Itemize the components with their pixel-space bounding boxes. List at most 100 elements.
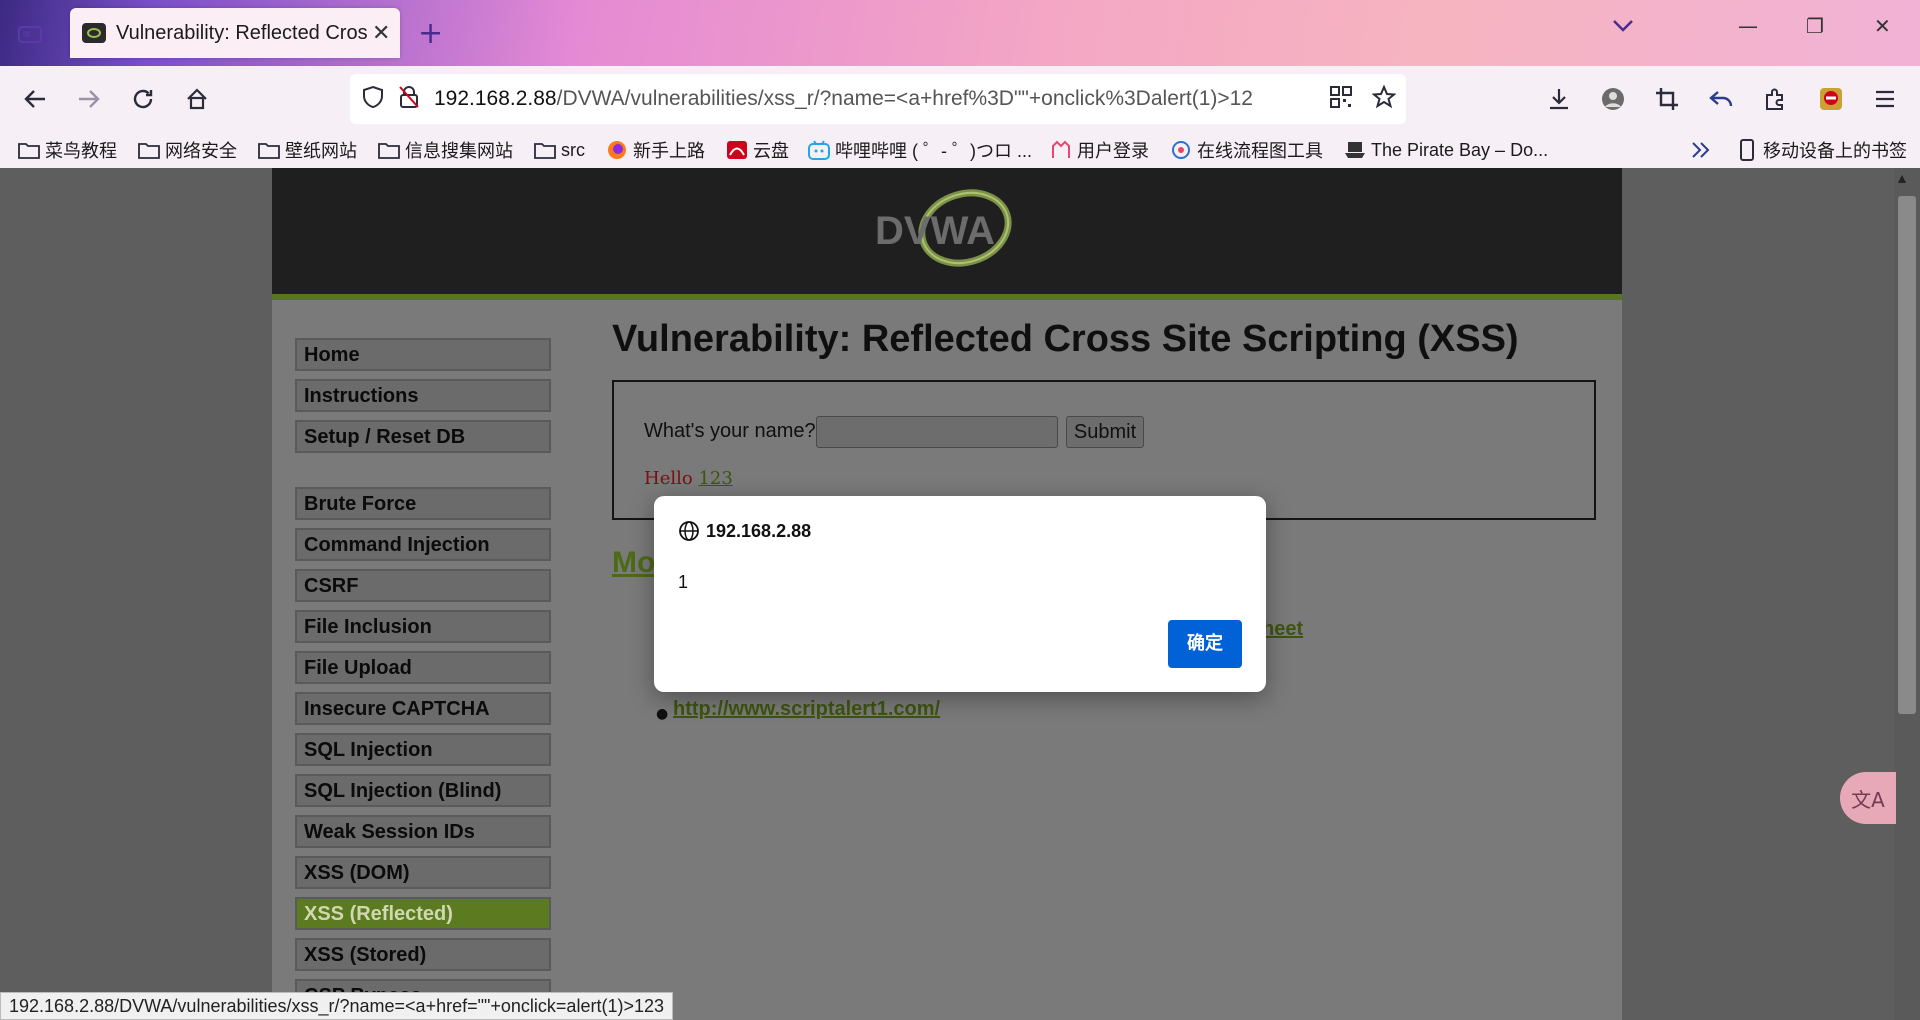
- menu-item-setup[interactable]: Setup / Reset DB: [295, 420, 551, 453]
- addon-badge-icon[interactable]: [1816, 84, 1846, 114]
- dvwa-logo: DVWA: [867, 184, 1027, 280]
- tab-bar: Vulnerability: Reflected Cross ✕ + — ❐ ✕: [0, 0, 1920, 66]
- folder-icon: [378, 140, 400, 160]
- bookmark-link[interactable]: 新手上路: [606, 136, 705, 164]
- account-avatar-icon[interactable]: [1598, 84, 1628, 114]
- url-text[interactable]: 192.168.2.88/DVWA/vulnerabilities/xss_r/…: [434, 87, 1314, 111]
- folder-icon: [138, 140, 160, 160]
- scrollbar-thumb[interactable]: [1898, 196, 1916, 714]
- reload-icon[interactable]: [128, 84, 158, 114]
- list-bullet: ●: [656, 706, 669, 722]
- qr-code-icon[interactable]: [1330, 86, 1352, 112]
- reference-link[interactable]: heet: [1262, 618, 1303, 641]
- menu-item-file-inclusion[interactable]: File Inclusion: [295, 610, 551, 643]
- bookmark-label: 信息搜集网站: [405, 141, 513, 161]
- menu-item-insecure-captcha[interactable]: Insecure CAPTCHA: [295, 692, 551, 725]
- dialog-origin: 192.168.2.88: [678, 520, 811, 542]
- cloud-drive-icon: [726, 140, 748, 160]
- mobile-bookmarks-label: 移动设备上的书签: [1763, 141, 1907, 161]
- back-arrow-icon[interactable]: [20, 84, 50, 114]
- bookmark-folder[interactable]: 网络安全: [138, 136, 237, 164]
- dialog-ok-button[interactable]: 确定: [1168, 620, 1242, 668]
- page-scrollbar[interactable]: ▴: [1894, 168, 1920, 1020]
- bookmark-label: 在线流程图工具: [1197, 141, 1323, 161]
- downloads-icon[interactable]: [1544, 84, 1574, 114]
- folder-icon: [534, 140, 556, 160]
- mobile-device-icon: [1736, 139, 1758, 161]
- bookmark-link[interactable]: 用户登录: [1050, 136, 1149, 164]
- bookmark-link[interactable]: 在线流程图工具: [1170, 136, 1323, 164]
- bookmark-star-icon[interactable]: [1371, 84, 1397, 113]
- dvwa-favicon-icon: [82, 23, 106, 43]
- pirate-ship-icon: [1344, 140, 1366, 160]
- restore-icon[interactable]: ❐: [1806, 14, 1824, 38]
- user-login-icon: [1050, 140, 1072, 160]
- bookmark-label: 壁纸网站: [285, 141, 357, 161]
- menu-item-sql-injection-blind[interactable]: SQL Injection (Blind): [295, 774, 551, 807]
- active-tab[interactable]: Vulnerability: Reflected Cross ✕: [70, 8, 400, 58]
- page-title: Vulnerability: Reflected Cross Site Scri…: [612, 318, 1519, 360]
- bookmarks-toolbar: 菜鸟教程 网络安全 壁纸网站 信息搜集网站 src 新手上路 云盘 哔哩哔哩 (…: [0, 132, 1920, 168]
- firefox-icon: [606, 140, 628, 160]
- extensions-icon[interactable]: [1760, 84, 1790, 114]
- tab-close-icon[interactable]: ✕: [372, 21, 390, 46]
- menu-item-sql-injection[interactable]: SQL Injection: [295, 733, 551, 766]
- bookmark-label: src: [561, 139, 585, 160]
- hello-output: Hello 123: [644, 468, 733, 489]
- undo-close-tab-icon[interactable]: [1706, 84, 1736, 114]
- bookmark-folder[interactable]: 信息搜集网站: [378, 136, 513, 164]
- bookmark-folder[interactable]: 菜鸟教程: [18, 136, 117, 164]
- folder-icon: [258, 140, 280, 160]
- bookmark-folder[interactable]: 壁纸网站: [258, 136, 357, 164]
- bilibili-icon: [808, 140, 830, 160]
- menu-item-instructions[interactable]: Instructions: [295, 379, 551, 412]
- tab-list-icon[interactable]: [12, 20, 48, 48]
- menu-item-xss-dom[interactable]: XSS (DOM): [295, 856, 551, 889]
- scroll-up-icon[interactable]: ▴: [1898, 168, 1906, 187]
- bookmark-label: 云盘: [753, 141, 789, 161]
- dvwa-header: DVWA: [272, 168, 1622, 300]
- screenshot-crop-icon[interactable]: [1652, 84, 1682, 114]
- new-tab-icon[interactable]: +: [418, 16, 443, 51]
- bookmark-label: 菜鸟教程: [45, 141, 117, 161]
- menu-hamburger-icon[interactable]: [1870, 84, 1900, 114]
- menu-item-xss-stored[interactable]: XSS (Stored): [295, 938, 551, 971]
- alert-dialog: 192.168.2.88 1 确定: [654, 496, 1266, 692]
- bookmark-link[interactable]: 云盘: [726, 136, 789, 164]
- menu-item-file-upload[interactable]: File Upload: [295, 651, 551, 684]
- dvwa-menu: Home Instructions Setup / Reset DB Brute…: [295, 338, 551, 1020]
- bookmark-label: 新手上路: [633, 141, 705, 161]
- more-info-heading: Mo: [612, 546, 656, 579]
- submit-button[interactable]: Submit: [1066, 416, 1144, 448]
- bookmarks-overflow-icon[interactable]: [1690, 136, 1712, 164]
- dialog-message: 1: [678, 572, 689, 592]
- bookmark-link[interactable]: 哔哩哔哩 ( ゜- ゜)つロ ...: [808, 136, 1032, 164]
- menu-item-xss-reflected[interactable]: XSS (Reflected): [295, 897, 551, 930]
- bookmark-folder[interactable]: src: [534, 136, 585, 164]
- tab-overflow-chevron-icon[interactable]: [1612, 14, 1634, 38]
- insecure-lock-icon[interactable]: [398, 85, 420, 113]
- translate-icon[interactable]: 文A: [1840, 772, 1896, 824]
- injected-link[interactable]: 123: [698, 468, 732, 489]
- bookmark-label: The Pirate Bay – Do...: [1371, 139, 1549, 160]
- name-label: What's your name?: [644, 420, 816, 442]
- name-input[interactable]: [816, 416, 1058, 448]
- mobile-bookmarks[interactable]: 移动设备上的书签: [1736, 136, 1907, 164]
- menu-item-home[interactable]: Home: [295, 338, 551, 371]
- menu-item-csrf[interactable]: CSRF: [295, 569, 551, 602]
- shield-icon[interactable]: [362, 85, 384, 113]
- bookmark-label: 用户登录: [1077, 141, 1149, 161]
- globe-icon: [678, 520, 700, 542]
- minimize-icon[interactable]: —: [1738, 14, 1758, 38]
- window-close-icon[interactable]: ✕: [1874, 14, 1891, 38]
- menu-item-brute-force[interactable]: Brute Force: [295, 487, 551, 520]
- reference-link-scriptalert[interactable]: http://www.scriptalert1.com/: [673, 698, 940, 721]
- status-bar: 192.168.2.88/DVWA/vulnerabilities/xss_r/…: [0, 992, 673, 1020]
- menu-item-command-injection[interactable]: Command Injection: [295, 528, 551, 561]
- url-bar[interactable]: 192.168.2.88/DVWA/vulnerabilities/xss_r/…: [350, 74, 1406, 124]
- forward-arrow-icon[interactable]: [74, 84, 104, 114]
- bookmark-link[interactable]: The Pirate Bay – Do...: [1344, 136, 1548, 164]
- bookmark-label: 网络安全: [165, 141, 237, 161]
- home-icon[interactable]: [182, 84, 212, 114]
- menu-item-weak-session-ids[interactable]: Weak Session IDs: [295, 815, 551, 848]
